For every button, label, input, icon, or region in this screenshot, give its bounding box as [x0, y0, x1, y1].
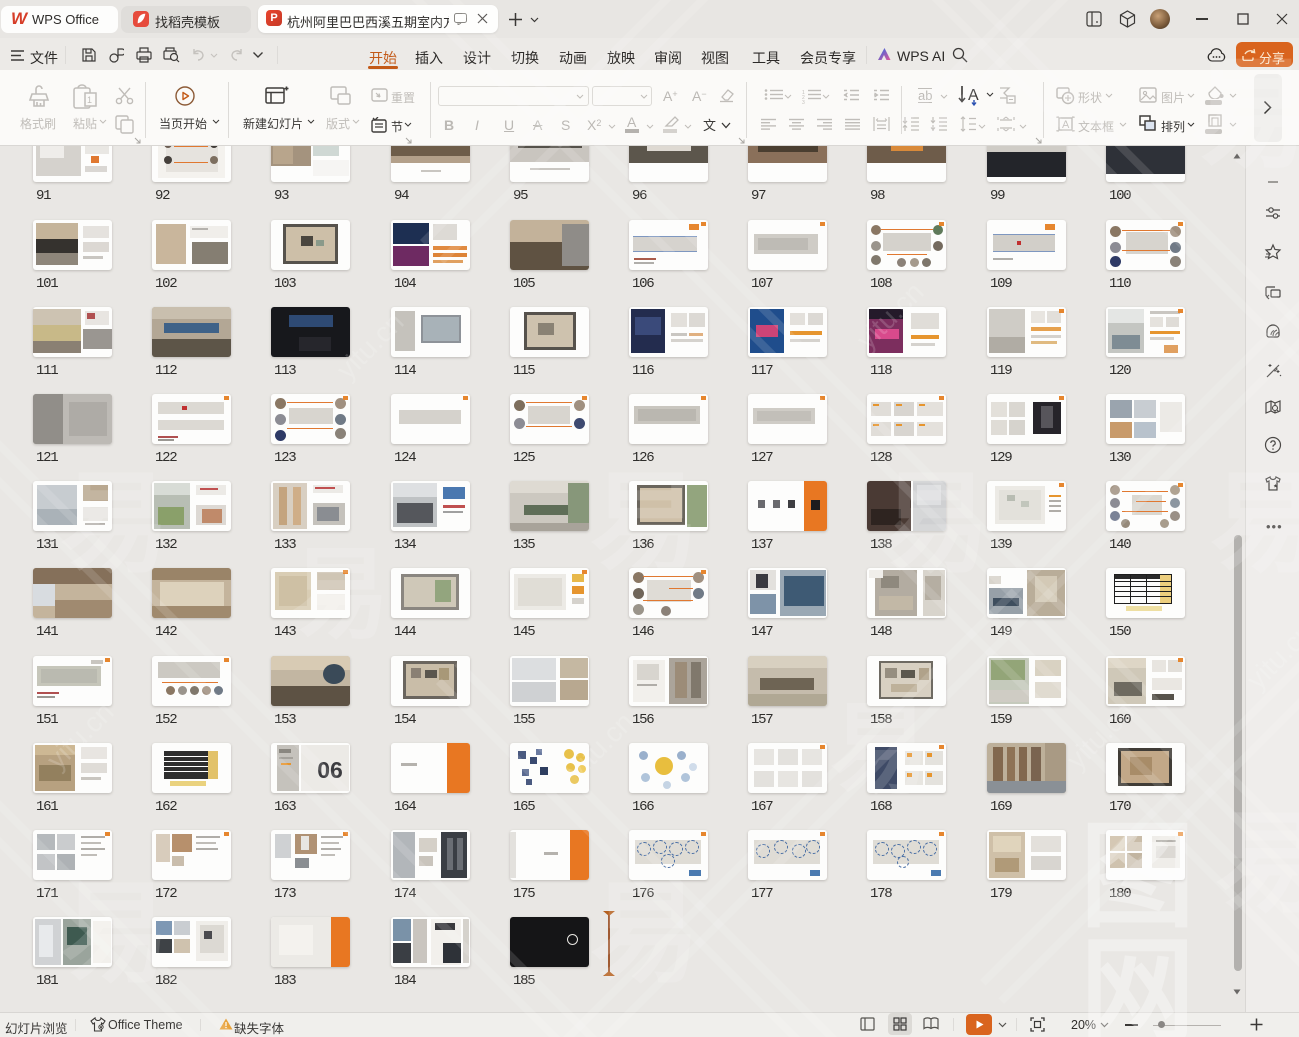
- svg-text:1: 1: [87, 95, 92, 105]
- svg-text:A: A: [1062, 119, 1070, 131]
- svg-text:3: 3: [802, 100, 805, 104]
